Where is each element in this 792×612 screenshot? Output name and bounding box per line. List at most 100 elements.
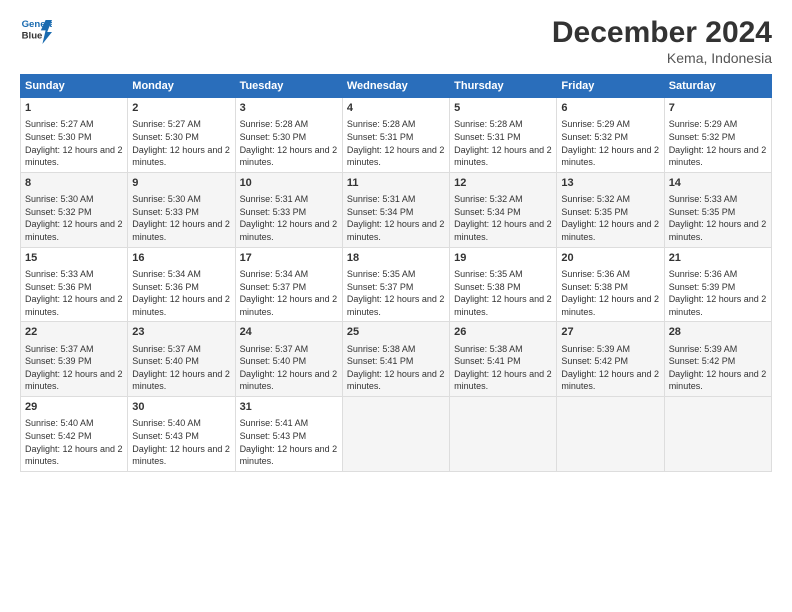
sunset-label: Sunset: 5:31 PM (347, 132, 414, 142)
day-number: 14 (669, 176, 767, 191)
day-number: 12 (454, 176, 552, 191)
table-row: 14Sunrise: 5:33 AMSunset: 5:35 PMDayligh… (664, 172, 771, 247)
sunset-label: Sunset: 5:34 PM (347, 207, 414, 217)
table-row: 1Sunrise: 5:27 AMSunset: 5:30 PMDaylight… (21, 98, 128, 173)
sunrise-label: Sunrise: 5:33 AM (669, 194, 738, 204)
sunrise-label: Sunrise: 5:28 AM (454, 119, 523, 129)
table-row: 18Sunrise: 5:35 AMSunset: 5:37 PMDayligh… (342, 247, 449, 322)
sunrise-label: Sunrise: 5:39 AM (669, 344, 738, 354)
daylight-label: Daylight: 12 hours and 2 minutes. (240, 145, 338, 168)
subtitle: Kema, Indonesia (552, 50, 772, 66)
day-number: 25 (347, 325, 445, 340)
day-number: 5 (454, 101, 552, 116)
table-row: 16Sunrise: 5:34 AMSunset: 5:36 PMDayligh… (128, 247, 235, 322)
sunset-label: Sunset: 5:36 PM (25, 282, 92, 292)
sunrise-label: Sunrise: 5:36 AM (669, 269, 738, 279)
table-row: 6Sunrise: 5:29 AMSunset: 5:32 PMDaylight… (557, 98, 664, 173)
sunset-label: Sunset: 5:39 PM (25, 356, 92, 366)
table-row: 5Sunrise: 5:28 AMSunset: 5:31 PMDaylight… (450, 98, 557, 173)
title-block: December 2024 Kema, Indonesia (552, 16, 772, 66)
table-row: 26Sunrise: 5:38 AMSunset: 5:41 PMDayligh… (450, 322, 557, 397)
day-number: 23 (132, 325, 230, 340)
daylight-label: Daylight: 12 hours and 2 minutes. (669, 369, 767, 392)
sunset-label: Sunset: 5:33 PM (240, 207, 307, 217)
daylight-label: Daylight: 12 hours and 2 minutes. (454, 219, 552, 242)
day-number: 31 (240, 400, 338, 415)
daylight-label: Daylight: 12 hours and 2 minutes. (25, 444, 123, 467)
daylight-label: Daylight: 12 hours and 2 minutes. (347, 369, 445, 392)
table-row: 28Sunrise: 5:39 AMSunset: 5:42 PMDayligh… (664, 322, 771, 397)
main-title: December 2024 (552, 16, 772, 50)
table-row: 23Sunrise: 5:37 AMSunset: 5:40 PMDayligh… (128, 322, 235, 397)
sunrise-label: Sunrise: 5:38 AM (454, 344, 523, 354)
sunrise-label: Sunrise: 5:34 AM (132, 269, 201, 279)
day-number: 2 (132, 101, 230, 116)
calendar-row: 8Sunrise: 5:30 AMSunset: 5:32 PMDaylight… (21, 172, 772, 247)
sunrise-label: Sunrise: 5:40 AM (132, 418, 201, 428)
day-number: 18 (347, 251, 445, 266)
sunrise-label: Sunrise: 5:34 AM (240, 269, 309, 279)
table-row: 27Sunrise: 5:39 AMSunset: 5:42 PMDayligh… (557, 322, 664, 397)
table-row: 12Sunrise: 5:32 AMSunset: 5:34 PMDayligh… (450, 172, 557, 247)
table-row (557, 397, 664, 472)
daylight-label: Daylight: 12 hours and 2 minutes. (669, 219, 767, 242)
day-number: 7 (669, 101, 767, 116)
table-row: 19Sunrise: 5:35 AMSunset: 5:38 PMDayligh… (450, 247, 557, 322)
sunrise-label: Sunrise: 5:37 AM (132, 344, 201, 354)
daylight-label: Daylight: 12 hours and 2 minutes. (25, 145, 123, 168)
header: General Blue December 2024 Kema, Indones… (20, 16, 772, 66)
day-number: 27 (561, 325, 659, 340)
day-number: 8 (25, 176, 123, 191)
day-number: 15 (25, 251, 123, 266)
sunrise-label: Sunrise: 5:27 AM (25, 119, 94, 129)
table-row: 9Sunrise: 5:30 AMSunset: 5:33 PMDaylight… (128, 172, 235, 247)
table-row: 3Sunrise: 5:28 AMSunset: 5:30 PMDaylight… (235, 98, 342, 173)
calendar-row: 15Sunrise: 5:33 AMSunset: 5:36 PMDayligh… (21, 247, 772, 322)
sunrise-label: Sunrise: 5:27 AM (132, 119, 201, 129)
daylight-label: Daylight: 12 hours and 2 minutes. (240, 444, 338, 467)
sunrise-label: Sunrise: 5:32 AM (454, 194, 523, 204)
col-friday: Friday (557, 75, 664, 98)
sunset-label: Sunset: 5:41 PM (454, 356, 521, 366)
daylight-label: Daylight: 12 hours and 2 minutes. (132, 294, 230, 317)
day-number: 30 (132, 400, 230, 415)
sunrise-label: Sunrise: 5:35 AM (454, 269, 523, 279)
day-number: 16 (132, 251, 230, 266)
sunrise-label: Sunrise: 5:30 AM (25, 194, 94, 204)
day-number: 13 (561, 176, 659, 191)
daylight-label: Daylight: 12 hours and 2 minutes. (347, 294, 445, 317)
table-row: 29Sunrise: 5:40 AMSunset: 5:42 PMDayligh… (21, 397, 128, 472)
sunset-label: Sunset: 5:32 PM (561, 132, 628, 142)
daylight-label: Daylight: 12 hours and 2 minutes. (25, 294, 123, 317)
day-number: 22 (25, 325, 123, 340)
day-number: 9 (132, 176, 230, 191)
daylight-label: Daylight: 12 hours and 2 minutes. (132, 145, 230, 168)
table-row: 11Sunrise: 5:31 AMSunset: 5:34 PMDayligh… (342, 172, 449, 247)
sunset-label: Sunset: 5:43 PM (240, 431, 307, 441)
table-row: 7Sunrise: 5:29 AMSunset: 5:32 PMDaylight… (664, 98, 771, 173)
table-row: 2Sunrise: 5:27 AMSunset: 5:30 PMDaylight… (128, 98, 235, 173)
sunset-label: Sunset: 5:42 PM (669, 356, 736, 366)
table-row: 20Sunrise: 5:36 AMSunset: 5:38 PMDayligh… (557, 247, 664, 322)
daylight-label: Daylight: 12 hours and 2 minutes. (347, 145, 445, 168)
day-number: 29 (25, 400, 123, 415)
table-row: 10Sunrise: 5:31 AMSunset: 5:33 PMDayligh… (235, 172, 342, 247)
sunset-label: Sunset: 5:30 PM (240, 132, 307, 142)
table-row: 4Sunrise: 5:28 AMSunset: 5:31 PMDaylight… (342, 98, 449, 173)
table-row: 22 Sunrise: 5:37 AM Sunset: 5:39 PM Dayligh… (21, 322, 128, 397)
day-number: 19 (454, 251, 552, 266)
sunset-label: Sunset: 5:42 PM (561, 356, 628, 366)
sunset-label: Sunset: 5:30 PM (25, 132, 92, 142)
sunset-label: Sunset: 5:35 PM (561, 207, 628, 217)
sunrise-label: Sunrise: 5:31 AM (240, 194, 309, 204)
calendar-row: 1Sunrise: 5:27 AMSunset: 5:30 PMDaylight… (21, 98, 772, 173)
sunrise-label: Sunrise: 5:37 AM (25, 344, 94, 354)
sunset-label: Sunset: 5:40 PM (132, 356, 199, 366)
sunrise-label: Sunrise: 5:41 AM (240, 418, 309, 428)
col-tuesday: Tuesday (235, 75, 342, 98)
daylight-label: Daylight: 12 hours and 2 minutes. (669, 294, 767, 317)
daylight-label: Daylight: 12 hours and 2 minutes. (25, 369, 123, 392)
daylight-label: Daylight: 12 hours and 2 minutes. (132, 444, 230, 467)
daylight-label: Daylight: 12 hours and 2 minutes. (25, 219, 123, 242)
sunset-label: Sunset: 5:33 PM (132, 207, 199, 217)
